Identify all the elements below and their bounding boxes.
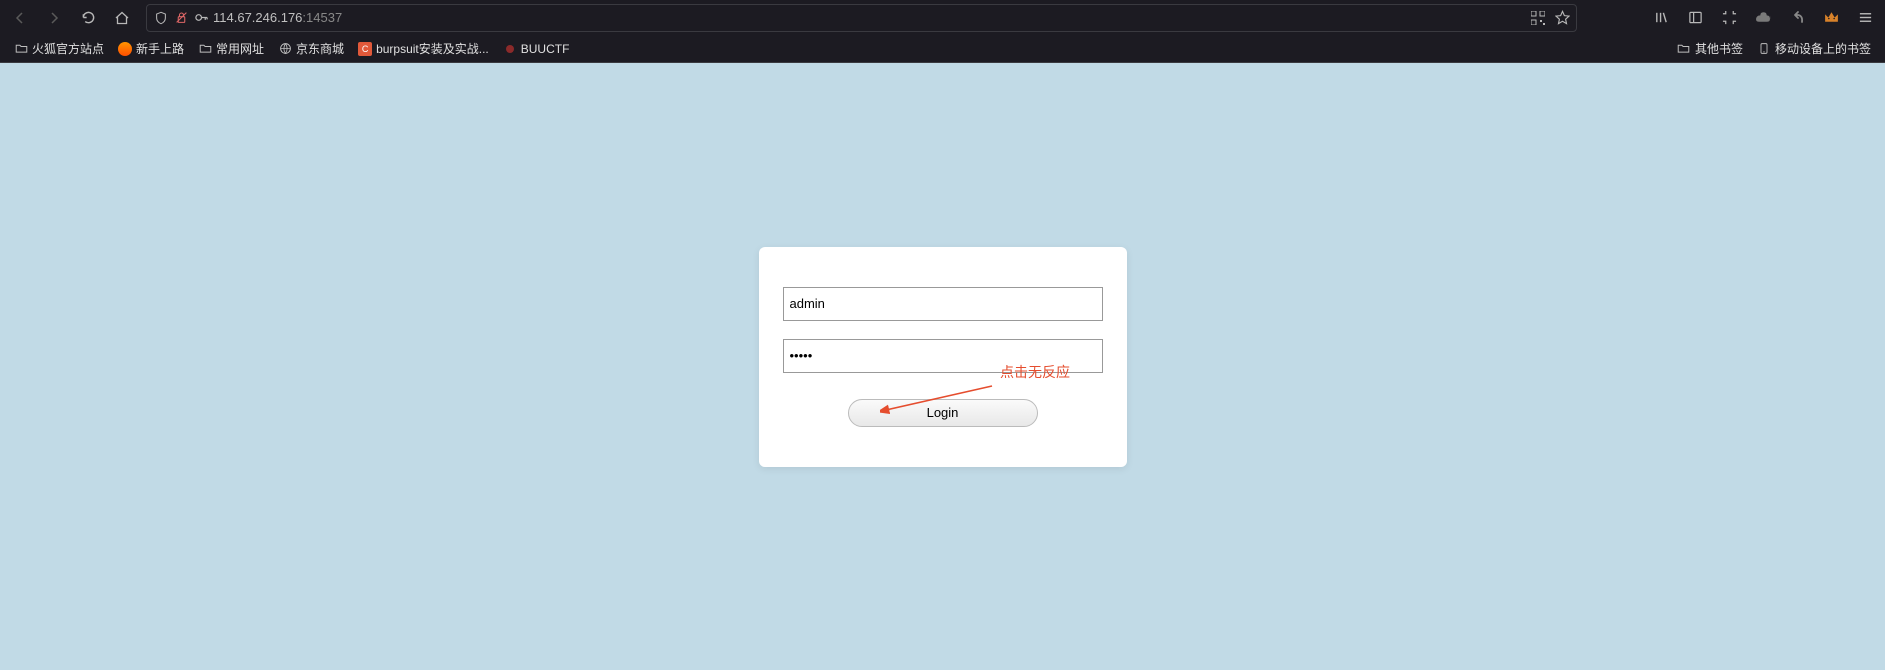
- library-icon[interactable]: [1647, 4, 1675, 32]
- annotation-text: 点击无反应: [1000, 362, 1070, 382]
- bookmark-label: 新手上路: [136, 40, 184, 57]
- globe-icon: [278, 42, 292, 56]
- url-text: 114.67.246.176:14537: [213, 10, 1526, 25]
- folder-icon: [1677, 42, 1691, 56]
- key-icon[interactable]: [193, 10, 209, 26]
- home-icon: [114, 10, 130, 26]
- bookmark-label: burpsuit安装及实战...: [376, 40, 489, 57]
- screenshot-icon[interactable]: [1715, 4, 1743, 32]
- username-input[interactable]: [783, 287, 1103, 321]
- buuctf-icon: [503, 42, 517, 56]
- sidebar-icon[interactable]: [1681, 4, 1709, 32]
- browser-navigation-bar: 114.67.246.176:14537: [0, 0, 1885, 35]
- menu-icon[interactable]: [1851, 4, 1879, 32]
- bookmark-other[interactable]: 其他书签: [1671, 37, 1749, 60]
- bookmark-mobile[interactable]: 移动设备上的书签: [1751, 37, 1877, 60]
- forward-button[interactable]: [40, 4, 68, 32]
- mobile-icon: [1757, 42, 1771, 56]
- login-button[interactable]: Login: [848, 399, 1038, 427]
- reload-icon: [81, 10, 96, 25]
- foxyproxy-icon[interactable]: [1817, 4, 1845, 32]
- bookmark-label: 火狐官方站点: [32, 40, 104, 57]
- bookmark-label: 京东商城: [296, 40, 344, 57]
- bookmark-label: 移动设备上的书签: [1775, 40, 1871, 57]
- bookmark-jd[interactable]: 京东商城: [272, 37, 350, 60]
- bookmarks-bar: 火狐官方站点 新手上路 常用网址 京东商城 C burpsuit安装及实战...…: [0, 35, 1885, 63]
- qr-icon[interactable]: [1530, 10, 1546, 26]
- lock-insecure-icon[interactable]: [173, 10, 189, 26]
- home-button[interactable]: [108, 4, 136, 32]
- bookmark-label: BUUCTF: [521, 42, 570, 56]
- reload-button[interactable]: [74, 4, 102, 32]
- bookmark-star-icon[interactable]: [1554, 10, 1570, 26]
- bookmark-buuctf[interactable]: BUUCTF: [497, 39, 576, 59]
- url-bar[interactable]: 114.67.246.176:14537: [146, 4, 1577, 32]
- csdn-icon: C: [358, 42, 372, 56]
- firefox-icon: [118, 42, 132, 56]
- bookmark-common-sites[interactable]: 常用网址: [192, 37, 270, 60]
- folder-icon: [198, 42, 212, 56]
- page-content: Login 点击无反应: [0, 63, 1885, 670]
- back-button[interactable]: [6, 4, 34, 32]
- arrow-left-icon: [12, 10, 28, 26]
- login-card: Login: [759, 247, 1127, 467]
- bookmark-label: 其他书签: [1695, 40, 1743, 57]
- folder-icon: [14, 42, 28, 56]
- arrow-right-icon: [46, 10, 62, 26]
- bookmark-getting-started[interactable]: 新手上路: [112, 37, 190, 60]
- extension-whale-icon[interactable]: [1749, 4, 1777, 32]
- bookmark-firefox-official[interactable]: 火狐官方站点: [8, 37, 110, 60]
- toolbar-undo-icon[interactable]: [1783, 4, 1811, 32]
- bookmark-label: 常用网址: [216, 40, 264, 57]
- shield-icon[interactable]: [153, 10, 169, 26]
- bookmark-burpsuite[interactable]: C burpsuit安装及实战...: [352, 37, 495, 60]
